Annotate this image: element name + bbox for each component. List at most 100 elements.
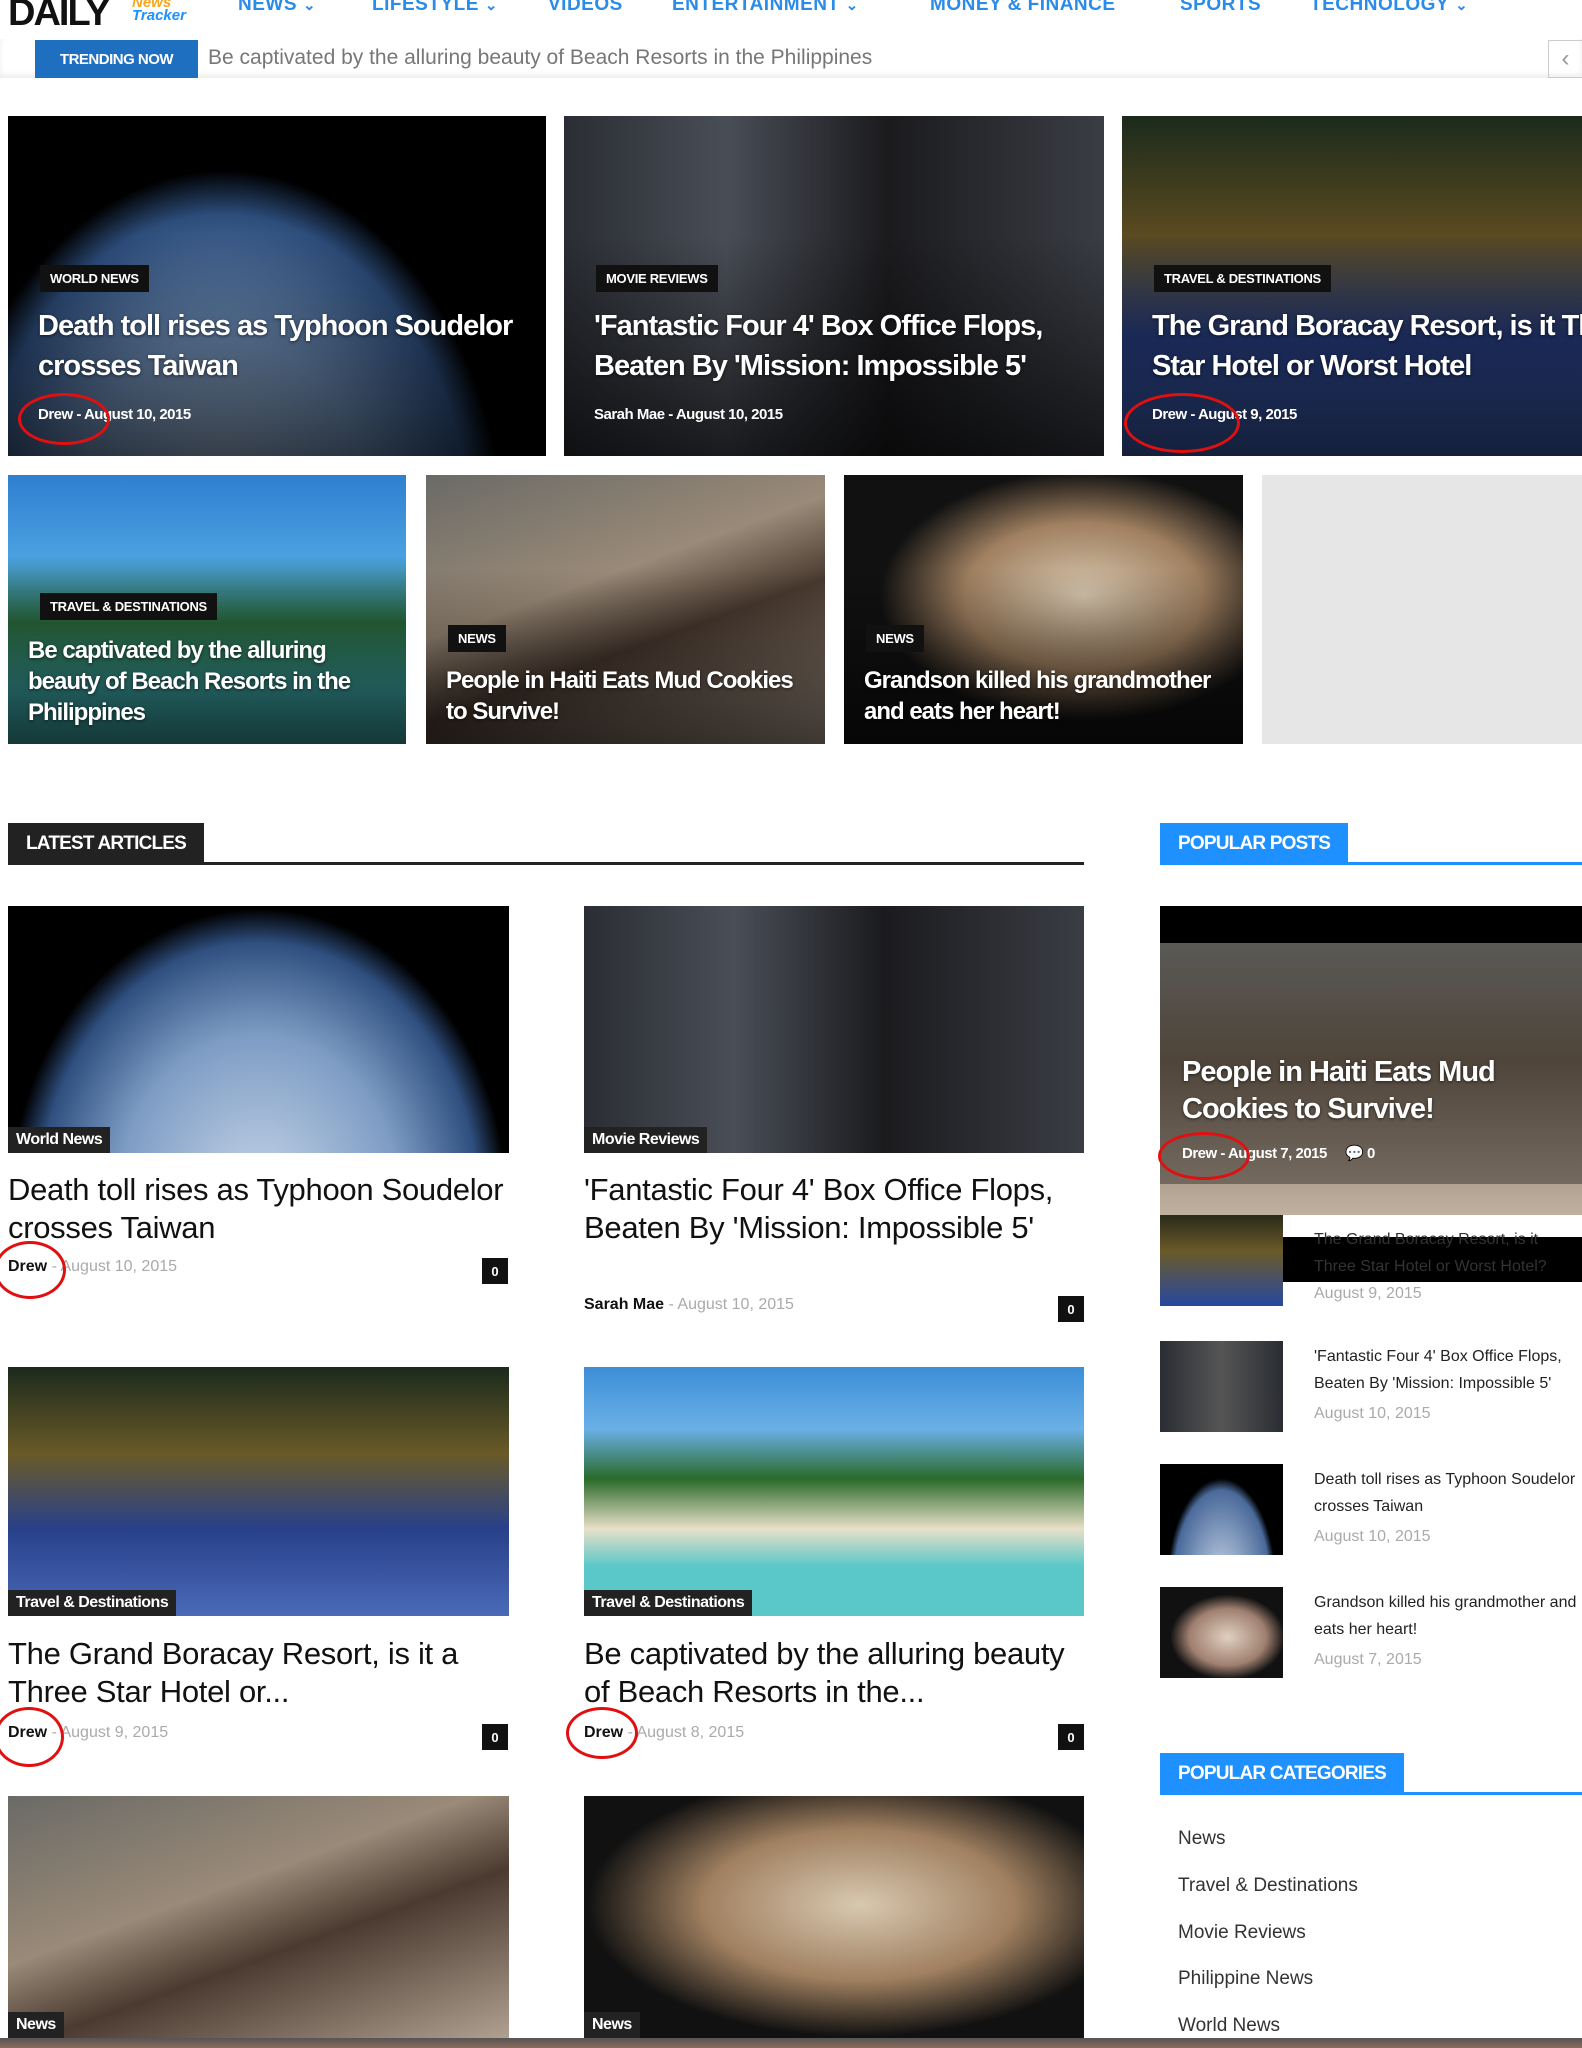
- tile-title[interactable]: Death toll rises as Typhoon Soudelor cro…: [38, 306, 518, 386]
- article-title[interactable]: Be captivated by the alluring beauty of …: [584, 1635, 1084, 1711]
- featured-tile[interactable]: TRAVEL & DESTINATIONS The Grand Boracay …: [1122, 116, 1582, 456]
- date: August 10, 2015: [675, 406, 783, 423]
- article-title[interactable]: 'Fantastic Four 4' Box Office Flops, Bea…: [584, 1171, 1064, 1247]
- category-tag[interactable]: NEWS: [866, 625, 924, 652]
- date: August 10, 2015: [60, 1258, 178, 1275]
- tile-title[interactable]: People in Haiti Eats Mud Cookies to Surv…: [446, 665, 816, 727]
- nav-label: SPORTS: [1180, 0, 1262, 15]
- popular-top-title[interactable]: People in Haiti Eats Mud Cookies to Surv…: [1182, 1054, 1582, 1128]
- featured-tile[interactable]: NEWS People in Haiti Eats Mud Cookies to…: [426, 475, 825, 744]
- nav-sports[interactable]: SPORTS: [1180, 0, 1261, 16]
- article-image[interactable]: Travel & Destinations: [584, 1367, 1084, 1616]
- latest-articles-heading: LATEST ARTICLES: [8, 823, 205, 865]
- tile-meta: Sarah Mae - August 10, 2015: [594, 406, 783, 423]
- tile-meta: Drew - August 10, 2015: [38, 406, 191, 423]
- article-title[interactable]: The Grand Boracay Resort, is it a Three …: [8, 1635, 508, 1711]
- logo[interactable]: DAILY: [8, 0, 111, 35]
- image-placeholder: [1262, 475, 1582, 744]
- chevron-down-icon: ⌄: [1455, 0, 1469, 14]
- date: August 8, 2015: [636, 1724, 745, 1741]
- tile-meta: Drew - August 9, 2015: [1152, 406, 1297, 423]
- logo-tracker: Tracker: [132, 7, 186, 24]
- popular-item-title[interactable]: Grandson killed his grandmother and eats…: [1314, 1589, 1582, 1643]
- category-tag[interactable]: Movie Reviews: [584, 1127, 708, 1153]
- article-meta: Sarah Mae - August 10, 2015: [584, 1296, 794, 1313]
- article-image[interactable]: Travel & Destinations: [8, 1367, 509, 1616]
- nav-lifestyle[interactable]: LIFESTYLE ⌄: [372, 0, 498, 16]
- featured-tile[interactable]: TRAVEL & DESTINATIONS Be captivated by t…: [8, 475, 406, 744]
- category-link[interactable]: Travel & Destinations: [1178, 1875, 1358, 1897]
- comment-count[interactable]: 0: [1058, 1296, 1084, 1322]
- trending-headline[interactable]: Be captivated by the alluring beauty of …: [208, 46, 872, 70]
- popular-thumb[interactable]: [1160, 1341, 1283, 1432]
- author[interactable]: Drew: [38, 406, 73, 423]
- category-tag[interactable]: Travel & Destinations: [584, 1590, 753, 1616]
- article-image[interactable]: News: [584, 1796, 1084, 2038]
- popular-thumb[interactable]: [1160, 1587, 1283, 1678]
- popular-thumb[interactable]: [1160, 1464, 1283, 1555]
- tile-title[interactable]: 'Fantastic Four 4' Box Office Flops, Bea…: [594, 306, 1104, 386]
- category-link[interactable]: News: [1178, 1828, 1226, 1850]
- date: August 9, 2015: [60, 1724, 169, 1741]
- taskbar-edge: [0, 2038, 1582, 2048]
- popular-categories-heading: POPULAR CATEGORIES: [1160, 1753, 1404, 1795]
- author[interactable]: Drew: [584, 1724, 623, 1741]
- comment-count[interactable]: 0: [1367, 1145, 1375, 1162]
- category-tag[interactable]: WORLD NEWS: [40, 265, 149, 292]
- tile-title[interactable]: Grandson killed his grandmother and eats…: [864, 665, 1234, 727]
- category-tag[interactable]: NEWS: [448, 625, 506, 652]
- article-title[interactable]: Death toll rises as Typhoon Soudelor cro…: [8, 1171, 508, 1247]
- author[interactable]: Drew: [1152, 406, 1187, 423]
- popular-item-date: August 7, 2015: [1314, 1651, 1422, 1668]
- category-tag[interactable]: Travel & Destinations: [8, 1590, 177, 1616]
- divider: [8, 862, 1084, 865]
- nav-label: VIDEOS: [548, 0, 623, 15]
- category-link[interactable]: Philippine News: [1178, 1968, 1313, 1990]
- popular-top-meta: Drew - August 7, 2015 💬 0: [1182, 1145, 1375, 1162]
- comment-count[interactable]: 0: [482, 1258, 508, 1284]
- popular-top-post[interactable]: People in Haiti Eats Mud Cookies to Surv…: [1160, 906, 1582, 1215]
- popular-item-title[interactable]: 'Fantastic Four 4' Box Office Flops, Bea…: [1314, 1343, 1582, 1397]
- nav-money-finance[interactable]: MONEY & FINANCE: [930, 0, 1116, 16]
- category-link[interactable]: Movie Reviews: [1178, 1922, 1306, 1944]
- nav-technology[interactable]: TECHNOLOGY ⌄: [1310, 0, 1468, 16]
- divider: [1160, 862, 1582, 865]
- popular-item-title[interactable]: Death toll rises as Typhoon Soudelor cro…: [1314, 1466, 1582, 1520]
- article-image[interactable]: Movie Reviews: [584, 906, 1084, 1153]
- article-image[interactable]: World News: [8, 906, 509, 1153]
- article-meta: Drew - August 9, 2015: [8, 1724, 169, 1741]
- featured-tile[interactable]: MOVIE REVIEWS 'Fantastic Four 4' Box Off…: [564, 116, 1104, 456]
- category-link[interactable]: World News: [1178, 2015, 1280, 2037]
- nav-entertainment[interactable]: ENTERTAINMENT ⌄: [672, 0, 859, 16]
- category-tag[interactable]: TRAVEL & DESTINATIONS: [1154, 265, 1331, 292]
- chevron-down-icon: ⌄: [303, 0, 317, 14]
- trending-label: TRENDING NOW: [35, 40, 198, 78]
- comment-count[interactable]: 0: [482, 1724, 508, 1750]
- site-header: DAILY News Tracker NEWS ⌄ LIFESTYLE ⌄ VIDEO…: [0, 0, 1582, 39]
- author[interactable]: Drew: [8, 1724, 47, 1741]
- author[interactable]: Sarah Mae: [594, 406, 665, 423]
- chevron-left-icon[interactable]: ‹: [1548, 40, 1582, 78]
- nav-news[interactable]: NEWS ⌄: [238, 0, 316, 16]
- tile-title[interactable]: The Grand Boracay Resort, is it Three St…: [1152, 306, 1582, 386]
- article-meta: Drew - August 10, 2015: [8, 1258, 178, 1275]
- category-tag[interactable]: News: [8, 2012, 64, 2038]
- chevron-down-icon: ⌄: [484, 0, 498, 14]
- featured-tile[interactable]: WORLD NEWS Death toll rises as Typhoon S…: [8, 116, 546, 456]
- category-tag[interactable]: News: [584, 2012, 640, 2038]
- nav-label: NEWS: [238, 0, 297, 15]
- featured-tile[interactable]: NEWS Grandson killed his grandmother and…: [844, 475, 1243, 744]
- popular-thumb[interactable]: [1160, 1215, 1283, 1306]
- article-image[interactable]: News: [8, 1796, 509, 2038]
- author[interactable]: Sarah Mae: [584, 1296, 664, 1313]
- popular-item-title[interactable]: The Grand Boracay Resort, is it Three St…: [1314, 1226, 1582, 1280]
- nav-videos[interactable]: VIDEOS: [548, 0, 623, 16]
- author[interactable]: Drew: [8, 1258, 47, 1275]
- category-tag[interactable]: TRAVEL & DESTINATIONS: [40, 593, 217, 620]
- category-tag[interactable]: MOVIE REVIEWS: [596, 265, 718, 292]
- tile-title[interactable]: Be captivated by the alluring beauty of …: [28, 635, 398, 728]
- author[interactable]: Drew: [1182, 1145, 1217, 1162]
- category-tag[interactable]: World News: [8, 1127, 111, 1153]
- comment-count[interactable]: 0: [1058, 1724, 1084, 1750]
- article-meta: Drew - August 8, 2015: [584, 1724, 745, 1741]
